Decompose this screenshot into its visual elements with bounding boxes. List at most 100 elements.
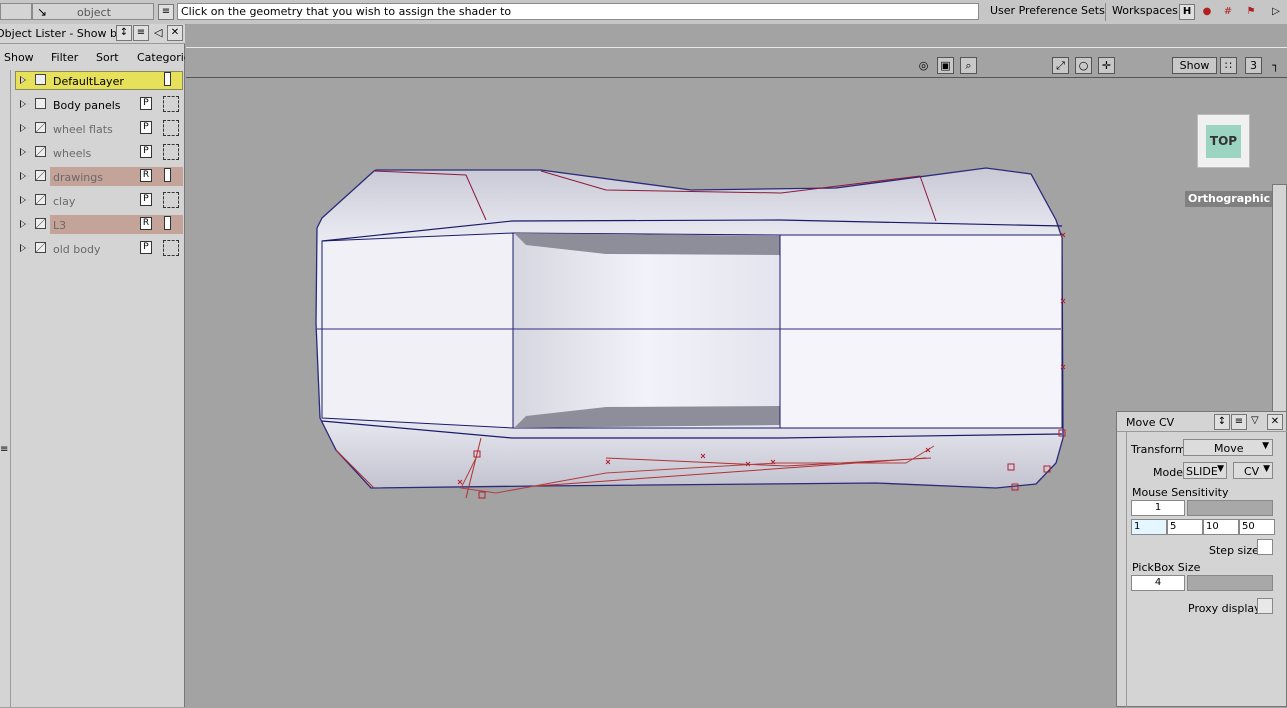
- pickbox-input[interactable]: 4: [1131, 575, 1185, 591]
- maximize-icon[interactable]: ┐: [1267, 57, 1284, 74]
- rear-deck[interactable]: [779, 234, 1063, 429]
- collapse-left-icon[interactable]: ◁: [154, 26, 162, 39]
- menu-categories[interactable]: Categories: [137, 51, 185, 64]
- sensitivity-preset[interactable]: 10: [1203, 519, 1239, 535]
- pan-icon[interactable]: ⤢: [1052, 57, 1069, 74]
- resize-icon[interactable]: ↕: [1214, 414, 1230, 430]
- layer-row[interactable]: drawings R: [0, 166, 185, 188]
- lister-menubar: Show Filter Sort Categories: [0, 43, 185, 70]
- roof-panel[interactable]: [512, 232, 781, 429]
- transform-value: Move: [1214, 442, 1244, 455]
- zoom-icon[interactable]: ⌕: [960, 57, 977, 74]
- layer-mode-toggle[interactable]: R: [140, 217, 152, 230]
- play-icon[interactable]: ▷: [1268, 4, 1284, 20]
- close-icon[interactable]: ✕: [1267, 414, 1283, 430]
- layer-row[interactable]: wheels P: [0, 142, 185, 164]
- transform-dropdown[interactable]: Move ▼: [1183, 439, 1273, 456]
- tool-slot[interactable]: [0, 3, 32, 20]
- expand-triangle-icon[interactable]: [20, 76, 26, 84]
- resize-icon[interactable]: ↕: [116, 25, 132, 41]
- step-size-input[interactable]: [1257, 539, 1273, 555]
- layer-visibility-checkbox[interactable]: [35, 146, 46, 157]
- layer-visibility-checkbox[interactable]: [35, 242, 46, 253]
- hood-panel[interactable]: [321, 232, 514, 429]
- layer-visibility-checkbox[interactable]: [35, 194, 46, 205]
- layer-visibility-checkbox[interactable]: [35, 74, 46, 85]
- expand-triangle-icon[interactable]: [20, 244, 26, 252]
- layer-visibility-checkbox[interactable]: [35, 122, 46, 133]
- layer-row[interactable]: clay P: [0, 190, 185, 212]
- home-icon[interactable]: H: [1179, 4, 1195, 20]
- layer-row[interactable]: DefaultLayer: [0, 70, 185, 92]
- expand-triangle-icon[interactable]: [20, 124, 26, 132]
- layer-mode-toggle[interactable]: P: [140, 121, 152, 134]
- sensitivity-slider[interactable]: [1187, 500, 1273, 516]
- expand-triangle-icon[interactable]: [20, 172, 26, 180]
- tumble-icon[interactable]: ○: [1075, 57, 1092, 74]
- view-cube-top-face[interactable]: TOP: [1206, 125, 1241, 158]
- panel-grip[interactable]: [1117, 432, 1127, 708]
- layer-mode-toggle[interactable]: P: [140, 97, 152, 110]
- layer-visibility-checkbox[interactable]: [35, 218, 46, 229]
- layer-mode-toggle[interactable]: P: [140, 145, 152, 158]
- camera-record-icon[interactable]: ▣: [937, 57, 954, 74]
- workspaces-menu[interactable]: Workspaces: [1112, 4, 1178, 17]
- layer-mode-toggle[interactable]: R: [140, 169, 152, 182]
- prompt-history-icon[interactable]: ≡: [158, 4, 174, 20]
- grid-snap-icon[interactable]: #: [1220, 4, 1236, 20]
- layer-symmetry-toggle[interactable]: [163, 240, 179, 256]
- layer-symmetry-toggle[interactable]: [164, 216, 171, 230]
- menu-filter[interactable]: Filter: [51, 51, 78, 64]
- close-icon[interactable]: ✕: [167, 25, 183, 41]
- layer-row[interactable]: old body P: [0, 238, 185, 260]
- sensitivity-preset[interactable]: 1: [1131, 519, 1167, 535]
- view-number-button[interactable]: 3: [1245, 57, 1262, 74]
- pickbox-label: PickBox Size: [1132, 561, 1201, 574]
- layout-icon[interactable]: ∷: [1220, 57, 1237, 74]
- layer-mode-toggle[interactable]: P: [140, 241, 152, 254]
- camera-icon[interactable]: ◎: [915, 57, 932, 74]
- menu-icon[interactable]: ≡: [1231, 414, 1247, 430]
- show-button[interactable]: Show: [1172, 57, 1217, 74]
- layer-row[interactable]: Body panels P: [0, 94, 185, 116]
- menu-sort[interactable]: Sort: [96, 51, 119, 64]
- sensitivity-preset[interactable]: 50: [1239, 519, 1275, 535]
- transform-label: Transform: [1131, 443, 1186, 456]
- layer-visibility-checkbox[interactable]: [35, 170, 46, 181]
- layer-symmetry-toggle[interactable]: [163, 192, 179, 208]
- mode-dropdown[interactable]: SLIDE ▼: [1183, 462, 1227, 479]
- view-cube[interactable]: TOP: [1197, 114, 1250, 168]
- pickbox-slider[interactable]: [1187, 575, 1273, 591]
- mode-target-dropdown[interactable]: CV ▼: [1233, 462, 1273, 479]
- sensitivity-input[interactable]: 1: [1131, 500, 1185, 516]
- layer-visibility-checkbox[interactable]: [35, 98, 46, 109]
- layer-symmetry-toggle[interactable]: [163, 96, 179, 112]
- pick-mode-label: object: [77, 6, 111, 19]
- layer-symmetry-toggle[interactable]: [163, 120, 179, 136]
- layer-row[interactable]: L3 R: [0, 214, 185, 236]
- proxy-display-checkbox[interactable]: [1257, 598, 1273, 614]
- step-size-label: Step size: [1209, 544, 1259, 557]
- chevron-down-icon: ▼: [1263, 464, 1270, 474]
- layer-symmetry-toggle[interactable]: [164, 168, 171, 182]
- curve-snap-icon[interactable]: ⚑: [1243, 4, 1259, 20]
- layer-symmetry-toggle[interactable]: [163, 144, 179, 160]
- expand-triangle-icon[interactable]: [20, 100, 26, 108]
- expand-triangle-icon[interactable]: [20, 196, 26, 204]
- magnet-icon[interactable]: ●: [1199, 4, 1215, 20]
- expand-triangle-icon[interactable]: [20, 220, 26, 228]
- layer-symmetry-toggle[interactable]: [164, 72, 171, 86]
- menu-show[interactable]: Show: [4, 51, 34, 64]
- expand-triangle-icon[interactable]: [20, 148, 26, 156]
- layer-mode-toggle[interactable]: P: [140, 193, 152, 206]
- menu-icon[interactable]: ≡: [133, 25, 149, 41]
- collapse-down-icon[interactable]: ▽: [1251, 415, 1259, 426]
- layer-row[interactable]: wheel flats P: [0, 118, 185, 140]
- panel-grip-icon[interactable]: ≡: [0, 444, 8, 455]
- user-preference-sets-menu[interactable]: User Preference Sets: [990, 4, 1105, 17]
- object-lister-panel: Object Lister - Show by Layer ↕ ≡ ◁ ✕ Sh…: [0, 24, 185, 707]
- pick-mode-field[interactable]: ↘ object: [32, 3, 154, 20]
- mode-label: Mode: [1153, 466, 1183, 479]
- move-view-icon[interactable]: ✛: [1098, 57, 1115, 74]
- sensitivity-preset[interactable]: 5: [1167, 519, 1203, 535]
